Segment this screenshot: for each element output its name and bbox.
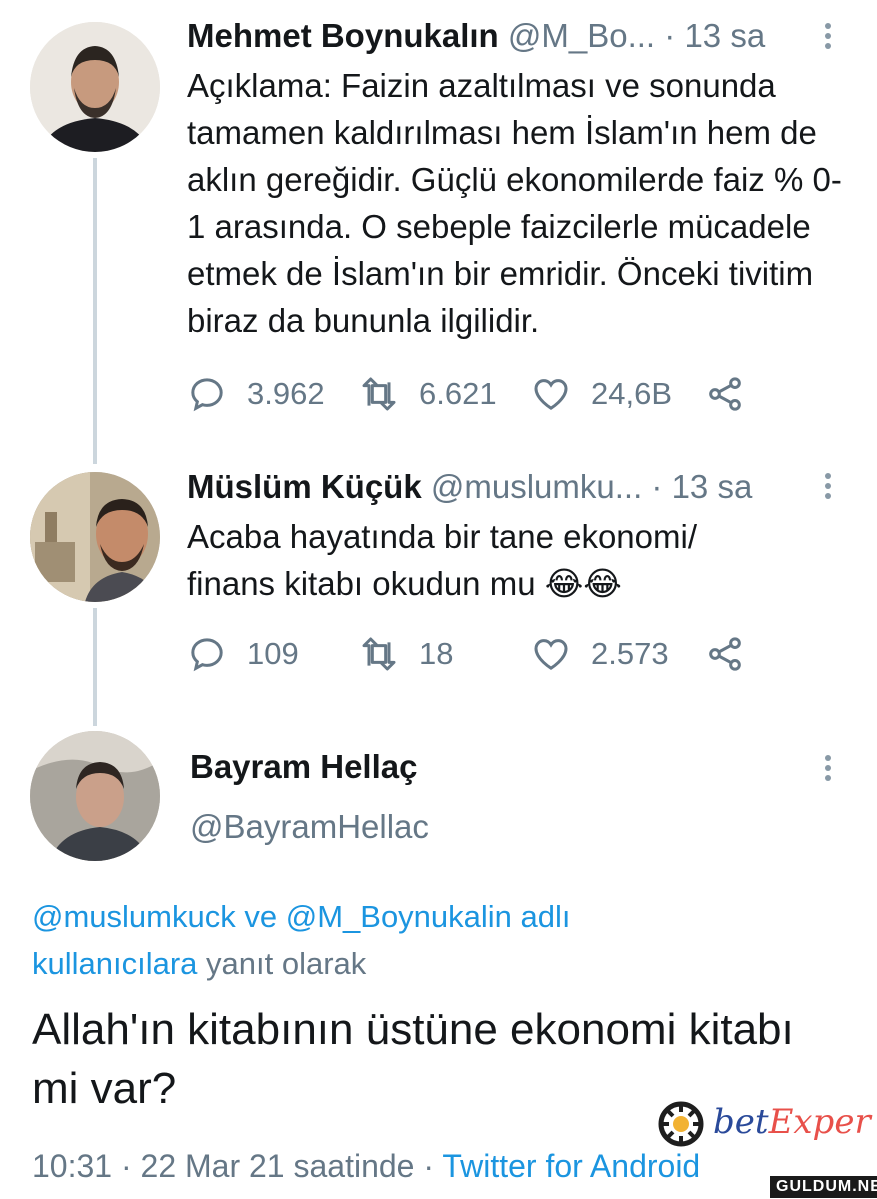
reply-button[interactable]: 3.962 [187,372,325,416]
like-button[interactable]: 24,6B [531,372,672,416]
tweet-actions: 3.962 6.621 24,6B [187,372,787,416]
betexper-logo: betExper [655,1100,871,1148]
tweet-text: Acaba hayatında bir tane ekonomi/ finans… [187,518,698,602]
tweet-header: Mehmet Boynukalın @M_Bo... · 13 sa [187,16,765,56]
display-name[interactable]: Müslüm Küçük [187,468,422,505]
replying-to: @muslumkuck ve @M_Boynukalin adlı kullan… [32,893,832,987]
reply-mention-link[interactable]: @muslumkuck [32,899,236,934]
thread-line-2 [93,608,97,726]
logo-suffix: Exper [768,1102,871,1142]
reply-icon [191,638,223,672]
retweet-icon [362,637,396,671]
share-button[interactable] [705,632,745,676]
avatar[interactable] [30,472,160,602]
like-count: 24,6B [591,376,673,411]
tweet-time[interactable]: · 13 sa [651,468,752,505]
avatar[interactable] [30,731,160,861]
heart-icon [534,379,568,410]
retweet-count: 6.621 [419,376,497,411]
more-options-icon[interactable] [818,470,838,506]
user-handle[interactable]: @M_Bo... [508,17,655,54]
retweet-count: 18 [419,636,454,671]
display-name[interactable]: Bayram Hellaç [190,748,417,786]
share-icon [709,377,741,411]
user-handle[interactable]: @BayramHellac [190,808,429,846]
user-handle[interactable]: @muslumku... [431,468,642,505]
more-options-icon[interactable] [818,752,838,788]
reply-and-text: ve [244,899,278,934]
display-name[interactable]: Mehmet Boynukalın [187,17,499,54]
retweet-button[interactable]: 6.621 [359,372,497,416]
reply-suffix: yanıt olarak [206,946,367,981]
retweet-button[interactable]: 18 [359,632,453,676]
site-watermark: GULDUM.NET [770,1176,877,1198]
more-options-icon[interactable] [818,20,838,56]
logo-prefix: bet [713,1102,769,1142]
like-count: 2.573 [591,636,669,671]
tweet-metadata: 10:31 · 22 Mar 21 saatinde · Twitter for… [32,1148,700,1185]
heart-icon [534,639,568,670]
reply-users-link[interactable]: kullanıcılara [32,946,197,981]
reply-count: 109 [247,636,299,671]
tweet-time[interactable]: · 13 sa [664,17,765,54]
reply-count: 3.962 [247,376,325,411]
timestamp: 10:31 · 22 Mar 21 saatinde · [32,1148,435,1184]
share-icon [709,637,741,671]
reply-icon [191,378,223,412]
reply-button[interactable]: 109 [187,632,299,676]
tweet-actions: 109 18 2.573 [187,632,787,676]
thread-line-1 [93,158,97,464]
tweet-text: Açıklama: Faizin azaltılması ve sonunda … [187,67,842,339]
source-link[interactable]: Twitter for Android [442,1148,700,1184]
like-button[interactable]: 2.573 [531,632,669,676]
retweet-icon [362,377,396,411]
tweet-header: Müslüm Küçük @muslumku... · 13 sa [187,467,752,507]
share-button[interactable] [705,372,745,416]
reply-mention-link[interactable]: @M_Boynukalin adlı [286,899,571,934]
avatar[interactable] [30,22,160,152]
logo-chip-icon [658,1101,704,1147]
